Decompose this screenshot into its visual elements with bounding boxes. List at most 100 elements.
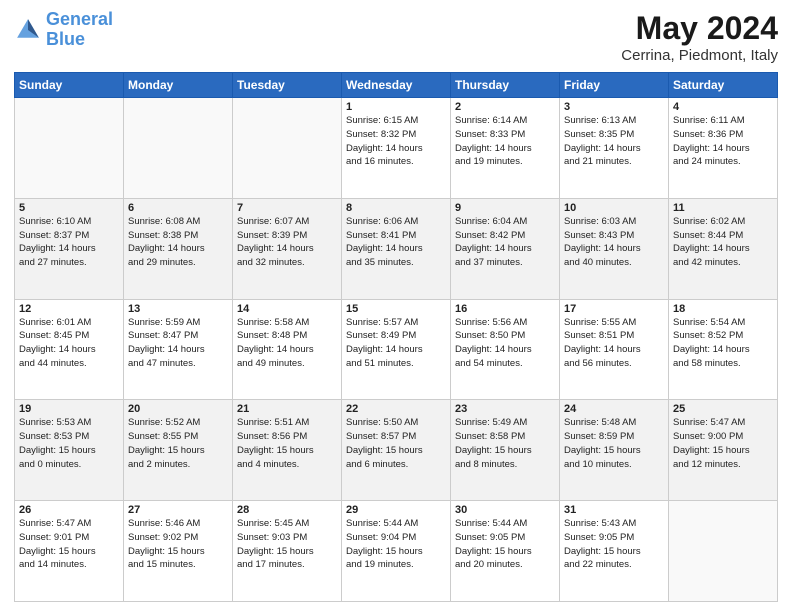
logo-blue: Blue bbox=[46, 29, 85, 49]
day-info: Sunrise: 5:47 AMSunset: 9:01 PMDaylight:… bbox=[19, 517, 119, 572]
day-number: 3 bbox=[564, 101, 664, 113]
weekday-header-friday: Friday bbox=[560, 73, 669, 98]
calendar-cell: 23Sunrise: 5:49 AMSunset: 8:58 PMDayligh… bbox=[451, 400, 560, 501]
calendar-cell: 4Sunrise: 6:11 AMSunset: 8:36 PMDaylight… bbox=[669, 98, 778, 199]
weekday-header-wednesday: Wednesday bbox=[342, 73, 451, 98]
calendar-cell: 18Sunrise: 5:54 AMSunset: 8:52 PMDayligh… bbox=[669, 299, 778, 400]
week-row-2: 5Sunrise: 6:10 AMSunset: 8:37 PMDaylight… bbox=[15, 198, 778, 299]
calendar-cell: 26Sunrise: 5:47 AMSunset: 9:01 PMDayligh… bbox=[15, 501, 124, 602]
month-title: May 2024 bbox=[621, 10, 778, 47]
day-number: 4 bbox=[673, 101, 773, 113]
week-row-5: 26Sunrise: 5:47 AMSunset: 9:01 PMDayligh… bbox=[15, 501, 778, 602]
day-info: Sunrise: 5:44 AMSunset: 9:04 PMDaylight:… bbox=[346, 517, 446, 572]
day-info: Sunrise: 6:06 AMSunset: 8:41 PMDaylight:… bbox=[346, 215, 446, 270]
day-info: Sunrise: 5:55 AMSunset: 8:51 PMDaylight:… bbox=[564, 316, 664, 371]
day-number: 5 bbox=[19, 202, 119, 214]
calendar-cell: 19Sunrise: 5:53 AMSunset: 8:53 PMDayligh… bbox=[15, 400, 124, 501]
day-info: Sunrise: 6:02 AMSunset: 8:44 PMDaylight:… bbox=[673, 215, 773, 270]
day-number: 25 bbox=[673, 403, 773, 415]
day-info: Sunrise: 6:03 AMSunset: 8:43 PMDaylight:… bbox=[564, 215, 664, 270]
week-row-1: 1Sunrise: 6:15 AMSunset: 8:32 PMDaylight… bbox=[15, 98, 778, 199]
day-number: 29 bbox=[346, 504, 446, 516]
calendar-cell: 9Sunrise: 6:04 AMSunset: 8:42 PMDaylight… bbox=[451, 198, 560, 299]
logo-icon bbox=[14, 16, 42, 44]
logo-text: GeneralBlue bbox=[46, 10, 113, 50]
day-info: Sunrise: 5:49 AMSunset: 8:58 PMDaylight:… bbox=[455, 416, 555, 471]
day-number: 19 bbox=[19, 403, 119, 415]
day-info: Sunrise: 5:50 AMSunset: 8:57 PMDaylight:… bbox=[346, 416, 446, 471]
day-number: 21 bbox=[237, 403, 337, 415]
day-number: 7 bbox=[237, 202, 337, 214]
day-number: 26 bbox=[19, 504, 119, 516]
title-block: May 2024 Cerrina, Piedmont, Italy bbox=[621, 10, 778, 64]
day-info: Sunrise: 5:48 AMSunset: 8:59 PMDaylight:… bbox=[564, 416, 664, 471]
calendar-cell: 1Sunrise: 6:15 AMSunset: 8:32 PMDaylight… bbox=[342, 98, 451, 199]
calendar-cell: 29Sunrise: 5:44 AMSunset: 9:04 PMDayligh… bbox=[342, 501, 451, 602]
calendar-cell: 31Sunrise: 5:43 AMSunset: 9:05 PMDayligh… bbox=[560, 501, 669, 602]
day-number: 28 bbox=[237, 504, 337, 516]
week-row-3: 12Sunrise: 6:01 AMSunset: 8:45 PMDayligh… bbox=[15, 299, 778, 400]
calendar-cell: 13Sunrise: 5:59 AMSunset: 8:47 PMDayligh… bbox=[124, 299, 233, 400]
logo: GeneralBlue bbox=[14, 10, 113, 50]
day-number: 20 bbox=[128, 403, 228, 415]
week-row-4: 19Sunrise: 5:53 AMSunset: 8:53 PMDayligh… bbox=[15, 400, 778, 501]
day-number: 22 bbox=[346, 403, 446, 415]
weekday-header-monday: Monday bbox=[124, 73, 233, 98]
day-info: Sunrise: 6:04 AMSunset: 8:42 PMDaylight:… bbox=[455, 215, 555, 270]
weekday-header-thursday: Thursday bbox=[451, 73, 560, 98]
day-info: Sunrise: 6:14 AMSunset: 8:33 PMDaylight:… bbox=[455, 114, 555, 169]
calendar-cell bbox=[15, 98, 124, 199]
day-number: 12 bbox=[19, 303, 119, 315]
day-info: Sunrise: 5:46 AMSunset: 9:02 PMDaylight:… bbox=[128, 517, 228, 572]
day-info: Sunrise: 6:07 AMSunset: 8:39 PMDaylight:… bbox=[237, 215, 337, 270]
day-number: 6 bbox=[128, 202, 228, 214]
day-number: 13 bbox=[128, 303, 228, 315]
calendar-cell: 30Sunrise: 5:44 AMSunset: 9:05 PMDayligh… bbox=[451, 501, 560, 602]
day-number: 2 bbox=[455, 101, 555, 113]
calendar-cell: 25Sunrise: 5:47 AMSunset: 9:00 PMDayligh… bbox=[669, 400, 778, 501]
day-info: Sunrise: 5:54 AMSunset: 8:52 PMDaylight:… bbox=[673, 316, 773, 371]
day-number: 15 bbox=[346, 303, 446, 315]
day-number: 9 bbox=[455, 202, 555, 214]
calendar-cell: 16Sunrise: 5:56 AMSunset: 8:50 PMDayligh… bbox=[451, 299, 560, 400]
day-number: 10 bbox=[564, 202, 664, 214]
day-info: Sunrise: 6:11 AMSunset: 8:36 PMDaylight:… bbox=[673, 114, 773, 169]
calendar-cell: 28Sunrise: 5:45 AMSunset: 9:03 PMDayligh… bbox=[233, 501, 342, 602]
weekday-header-sunday: Sunday bbox=[15, 73, 124, 98]
calendar-cell bbox=[124, 98, 233, 199]
day-info: Sunrise: 5:59 AMSunset: 8:47 PMDaylight:… bbox=[128, 316, 228, 371]
day-info: Sunrise: 6:08 AMSunset: 8:38 PMDaylight:… bbox=[128, 215, 228, 270]
calendar-cell: 2Sunrise: 6:14 AMSunset: 8:33 PMDaylight… bbox=[451, 98, 560, 199]
calendar-cell bbox=[669, 501, 778, 602]
day-number: 24 bbox=[564, 403, 664, 415]
day-number: 11 bbox=[673, 202, 773, 214]
calendar-cell: 3Sunrise: 6:13 AMSunset: 8:35 PMDaylight… bbox=[560, 98, 669, 199]
day-info: Sunrise: 5:44 AMSunset: 9:05 PMDaylight:… bbox=[455, 517, 555, 572]
day-info: Sunrise: 5:45 AMSunset: 9:03 PMDaylight:… bbox=[237, 517, 337, 572]
day-number: 23 bbox=[455, 403, 555, 415]
day-number: 31 bbox=[564, 504, 664, 516]
day-info: Sunrise: 5:58 AMSunset: 8:48 PMDaylight:… bbox=[237, 316, 337, 371]
header: GeneralBlue May 2024 Cerrina, Piedmont, … bbox=[14, 10, 778, 64]
calendar-cell: 27Sunrise: 5:46 AMSunset: 9:02 PMDayligh… bbox=[124, 501, 233, 602]
calendar-cell: 17Sunrise: 5:55 AMSunset: 8:51 PMDayligh… bbox=[560, 299, 669, 400]
calendar-cell: 12Sunrise: 6:01 AMSunset: 8:45 PMDayligh… bbox=[15, 299, 124, 400]
calendar-cell: 22Sunrise: 5:50 AMSunset: 8:57 PMDayligh… bbox=[342, 400, 451, 501]
page: GeneralBlue May 2024 Cerrina, Piedmont, … bbox=[0, 0, 792, 612]
day-info: Sunrise: 6:15 AMSunset: 8:32 PMDaylight:… bbox=[346, 114, 446, 169]
day-info: Sunrise: 5:43 AMSunset: 9:05 PMDaylight:… bbox=[564, 517, 664, 572]
day-number: 1 bbox=[346, 101, 446, 113]
calendar-cell: 6Sunrise: 6:08 AMSunset: 8:38 PMDaylight… bbox=[124, 198, 233, 299]
day-number: 16 bbox=[455, 303, 555, 315]
calendar-cell: 20Sunrise: 5:52 AMSunset: 8:55 PMDayligh… bbox=[124, 400, 233, 501]
location: Cerrina, Piedmont, Italy bbox=[621, 47, 778, 64]
calendar-cell: 24Sunrise: 5:48 AMSunset: 8:59 PMDayligh… bbox=[560, 400, 669, 501]
calendar-cell: 5Sunrise: 6:10 AMSunset: 8:37 PMDaylight… bbox=[15, 198, 124, 299]
day-number: 18 bbox=[673, 303, 773, 315]
day-info: Sunrise: 5:52 AMSunset: 8:55 PMDaylight:… bbox=[128, 416, 228, 471]
day-info: Sunrise: 5:47 AMSunset: 9:00 PMDaylight:… bbox=[673, 416, 773, 471]
day-number: 17 bbox=[564, 303, 664, 315]
calendar-cell: 21Sunrise: 5:51 AMSunset: 8:56 PMDayligh… bbox=[233, 400, 342, 501]
day-info: Sunrise: 6:01 AMSunset: 8:45 PMDaylight:… bbox=[19, 316, 119, 371]
day-number: 14 bbox=[237, 303, 337, 315]
